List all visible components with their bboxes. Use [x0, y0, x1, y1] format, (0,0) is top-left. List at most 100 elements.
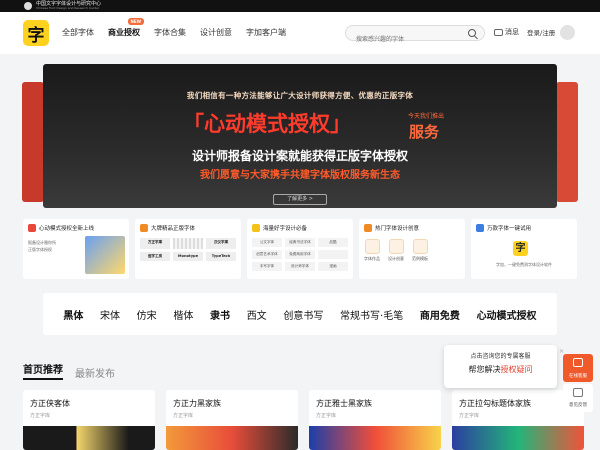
- banner-slide[interactable]: 我们相信有一种方法能够让广大设计师获得方便、优惠的正版字体 「心动模式授权」 今…: [43, 64, 557, 208]
- font-card-foundry: 方正字库: [316, 413, 337, 419]
- brand-chip[interactable]: TypeTech: [206, 252, 236, 261]
- category-chip-grid: 公文字体 经典书法字体 品酷 创意艺术字体 免费商用字体 手写字体 设计师字体 …: [252, 238, 348, 271]
- brand-chip[interactable]: 造字工房: [140, 252, 170, 261]
- category-brush-writing[interactable]: 常规书写·毛笔: [340, 307, 403, 322]
- nav-all-fonts[interactable]: 全部字体: [62, 27, 94, 38]
- feature-title-row: 海量好字设计必备: [252, 224, 348, 232]
- category-chip[interactable]: 经典书法字体: [285, 238, 315, 247]
- login-link[interactable]: 登录/注册: [527, 27, 555, 37]
- online-service-button[interactable]: 在线客服: [563, 354, 593, 382]
- font-card-preview: [23, 426, 155, 450]
- feature-card-design-ideas[interactable]: 热门字体设计创意 字体作品 设计创意 范例模板: [359, 219, 465, 279]
- learn-more-button[interactable]: 了解更多 >: [273, 194, 327, 205]
- avatar[interactable]: [560, 25, 575, 40]
- nav-client-app[interactable]: 字加客户端: [246, 27, 286, 38]
- brand-chip[interactable]: 方正字库: [140, 238, 170, 249]
- feature-title-row: 热门字体设计创意: [364, 224, 460, 232]
- zijia-app-icon: 字: [513, 241, 528, 256]
- org-name-en: Chinese Font Design and Research Center: [36, 6, 100, 10]
- tool-label: 字体作品: [364, 256, 380, 261]
- font-card-foundry: 方正字库: [173, 413, 194, 419]
- brand-logo[interactable]: 字: [23, 20, 49, 46]
- fire-icon: [364, 224, 372, 232]
- font-card-title: 方正雅士黑家族: [316, 399, 372, 408]
- category-chip[interactable]: 品酷: [318, 238, 348, 247]
- category-chip[interactable]: 漫画: [318, 262, 348, 271]
- popup-line1: 点击咨询您的专属客服: [470, 353, 531, 360]
- carousel-next-slide[interactable]: [556, 82, 578, 202]
- org-logo-icon: [24, 2, 32, 10]
- feature-title: 海量好字设计必备: [263, 226, 308, 232]
- tab-latest[interactable]: 最新发布: [75, 365, 115, 380]
- font-card-title: 方正力黑家族: [173, 399, 221, 408]
- tool-font-works[interactable]: 字体作品: [364, 239, 380, 262]
- tab-home-recommend[interactable]: 首页推荐: [23, 361, 63, 380]
- tool-label: 设计创意: [388, 256, 404, 261]
- design-ideas-icon: [388, 239, 404, 254]
- category-heiti[interactable]: 黑体: [63, 307, 83, 322]
- brand-chip[interactable]: 汉仪字库: [206, 238, 236, 249]
- brand-logo-grid: 方正字库 汉仪字库 造字工房 Monotype TypeTech: [140, 238, 236, 261]
- feature-cards: 心动模式授权全新上线 报备设计雅你所 正版字体授权 大牌精品正版字体 方正字库 …: [23, 219, 578, 279]
- feature-card-essential-fonts[interactable]: 海量好字设计必备 公文字体 经典书法字体 品酷 创意艺术字体 免费商用字体 手写…: [247, 219, 353, 279]
- tool-design-ideas[interactable]: 设计创意: [388, 239, 404, 262]
- feature-card-brand-fonts[interactable]: 大牌精品正版字体 方正字库 汉仪字库 造字工房 Monotype TypeTec…: [135, 219, 241, 279]
- feature-body-line: 报备设计雅你所: [28, 240, 56, 245]
- search-input[interactable]: [346, 32, 461, 47]
- feature-title-row: 大牌精品正版字体: [140, 224, 236, 232]
- banner-line4: 我们愿意与大家携手共建字体版权服务新生态: [200, 170, 400, 181]
- category-chip[interactable]: 公文字体: [252, 238, 282, 247]
- category-commercial-free[interactable]: 商用免费: [420, 307, 460, 322]
- online-service-label: 在线客服: [569, 374, 587, 379]
- font-card[interactable]: 方正侠客体 方正字库: [23, 390, 155, 450]
- tool-templates[interactable]: 范例模板: [412, 239, 428, 262]
- templates-icon: [412, 239, 428, 254]
- font-card-title: 方正侠客体: [30, 399, 70, 408]
- category-chip[interactable]: 设计师字体: [285, 262, 315, 271]
- feature-card-try-fonts[interactable]: 万款字体一键试用 字 字加，一键免费测字体设计软件: [471, 219, 577, 279]
- feature-image: [85, 236, 125, 274]
- nav-design-ideas[interactable]: 设计创意: [200, 27, 232, 38]
- feature-title-row: 万款字体一键试用: [476, 224, 572, 232]
- category-chip[interactable]: 手写字体: [252, 262, 282, 271]
- feature-card-heart-license[interactable]: 心动模式授权全新上线 报备设计雅你所 正版字体授权: [23, 219, 129, 279]
- nav-commercial-license[interactable]: 商业授权 NEW: [108, 18, 144, 38]
- carousel-prev-slide[interactable]: [22, 82, 44, 202]
- font-works-icon: [364, 239, 380, 254]
- banner-carousel: 我们相信有一种方法能够让广大设计师获得方便、优惠的正版字体 「心动模式授权」 今…: [0, 54, 600, 214]
- lightning-icon: [476, 224, 484, 232]
- category-chip[interactable]: 免费商用字体: [285, 250, 315, 259]
- site-header: 字 全部字体 商业授权 NEW 字体合集 设计创意 字加客户端 消息 登录/注册: [0, 12, 600, 54]
- banner-service: 服务: [409, 123, 440, 141]
- category-kaiti[interactable]: 楷体: [173, 307, 193, 322]
- popup-line2: 帮您解决授权疑问: [452, 364, 549, 375]
- crown-icon: [140, 224, 148, 232]
- messages-label: 消息: [505, 28, 519, 36]
- category-lishu[interactable]: 隶书: [210, 307, 230, 322]
- category-chip[interactable]: 创意艺术字体: [252, 250, 282, 259]
- category-heart-license[interactable]: 心动模式授权: [477, 307, 537, 322]
- font-card[interactable]: 方正雅士黑家族 方正字库: [309, 390, 441, 450]
- messages-link[interactable]: 消息: [494, 27, 519, 37]
- brand-chip[interactable]: [173, 238, 203, 249]
- search-icon[interactable]: [468, 29, 476, 37]
- category-creative-writing[interactable]: 创意书写: [283, 307, 323, 322]
- search-box: [345, 25, 485, 47]
- font-card-title: 方正拉勾标题体家族: [459, 399, 531, 408]
- category-chip[interactable]: [318, 250, 348, 259]
- popup-line2-highlight: 授权疑问: [500, 365, 533, 374]
- feature-title-row: 心动模式授权全新上线: [28, 224, 124, 232]
- brand-chip[interactable]: Monotype: [173, 252, 203, 261]
- font-card[interactable]: 方正力黑家族 方正字库: [166, 390, 298, 450]
- category-fangsong[interactable]: 仿宋: [137, 307, 157, 322]
- category-western[interactable]: 西文: [247, 307, 267, 322]
- font-card-preview: [166, 426, 298, 450]
- font-card-list: 方正侠客体 方正字库 方正力黑家族 方正字库 方正雅士黑家族 方正字库 方正拉勾…: [23, 390, 584, 450]
- feature-title: 万款字体一键试用: [487, 226, 532, 232]
- customer-service-popup[interactable]: 点击咨询您的专属客服 帮您解决授权疑问 ×: [444, 345, 564, 388]
- nav-font-collections[interactable]: 字体合集: [154, 27, 186, 38]
- font-category-strip: 黑体 宋体 仿宋 楷体 隶书 西文 创意书写 常规书写·毛笔 商用免费 心动模式…: [43, 293, 557, 335]
- feedback-button[interactable]: 意见反馈: [563, 384, 593, 412]
- category-songti[interactable]: 宋体: [100, 307, 120, 322]
- content-tabs: 首页推荐 最新发布: [23, 361, 115, 380]
